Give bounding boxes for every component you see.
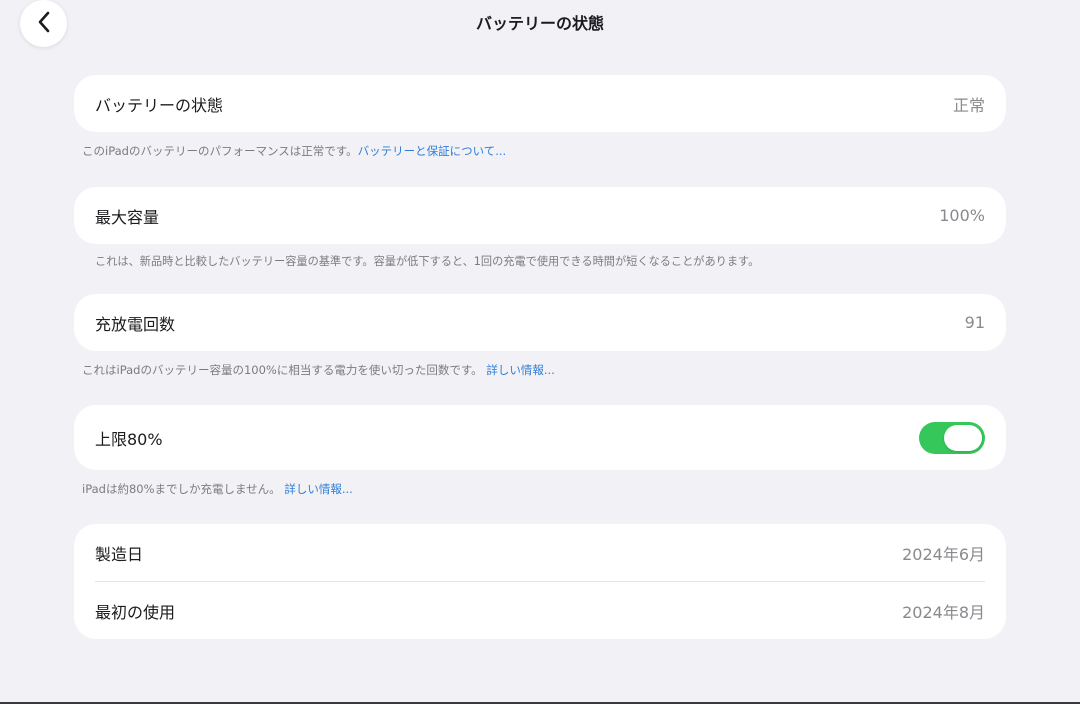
- max-capacity-footnote: これは、新品時と比較したバッテリー容量の基準です。容量が低下すると、1回の充電で…: [95, 255, 760, 268]
- cycle-count-value: 91: [964, 313, 985, 332]
- battery-health-row[interactable]: バッテリーの状態 正常: [74, 75, 1006, 132]
- battery-health-footnote: このiPadのバッテリーのパフォーマンスは正常です。バッテリーと保証について..…: [82, 143, 506, 159]
- limit-80-card: 上限80%: [74, 405, 1006, 470]
- limit-80-footnote: iPadは約80%までしか充電しません。 詳しい情報...: [82, 481, 353, 497]
- battery-health-label: バッテリーの状態: [95, 95, 224, 115]
- page-title: バッテリーの状態: [475, 14, 604, 33]
- first-use-value: 2024年8月: [902, 602, 985, 622]
- manufacture-date-label: 製造日: [95, 544, 144, 564]
- limit-80-toggle[interactable]: [919, 421, 985, 454]
- max-capacity-card: 最大容量 100%: [74, 187, 1006, 244]
- limit-80-label: 上限80%: [95, 429, 163, 449]
- cycle-count-footnote-text: これはiPadのバッテリー容量の100%に相当する電力を使い切った回数です。: [82, 363, 483, 377]
- cycle-count-row: 充放電回数 91: [74, 294, 1006, 351]
- limit-80-footnote-text: iPadは約80%までしか充電しません。: [82, 482, 281, 496]
- manufacture-date-value: 2024年6月: [902, 544, 985, 564]
- first-use-label: 最初の使用: [95, 602, 176, 622]
- cycle-count-label: 充放電回数: [95, 314, 176, 334]
- limit-80-row: 上限80%: [74, 405, 1006, 470]
- limit-80-more-info-link[interactable]: 詳しい情報...: [284, 482, 352, 496]
- battery-health-footnote-text: このiPadのバッテリーのパフォーマンスは正常です。: [82, 144, 358, 158]
- max-capacity-label: 最大容量: [95, 207, 160, 227]
- battery-warranty-link[interactable]: バッテリーと保証について...: [358, 144, 507, 158]
- toggle-knob: [944, 424, 982, 451]
- battery-health-card: バッテリーの状態 正常: [74, 75, 1006, 132]
- first-use-row: 最初の使用 2024年8月: [74, 582, 1006, 639]
- cycle-count-card: 充放電回数 91: [74, 294, 1006, 351]
- max-capacity-value: 100%: [939, 206, 985, 225]
- max-capacity-row: 最大容量 100%: [74, 187, 1006, 244]
- cycle-count-more-info-link[interactable]: 詳しい情報...: [486, 363, 554, 377]
- manufacture-date-row: 製造日 2024年6月: [74, 524, 1006, 581]
- dates-card: 製造日 2024年6月 最初の使用 2024年8月: [74, 524, 1006, 639]
- battery-health-value: 正常: [952, 95, 985, 115]
- cycle-count-footnote: これはiPadのバッテリー容量の100%に相当する電力を使い切った回数です。 詳…: [82, 362, 555, 378]
